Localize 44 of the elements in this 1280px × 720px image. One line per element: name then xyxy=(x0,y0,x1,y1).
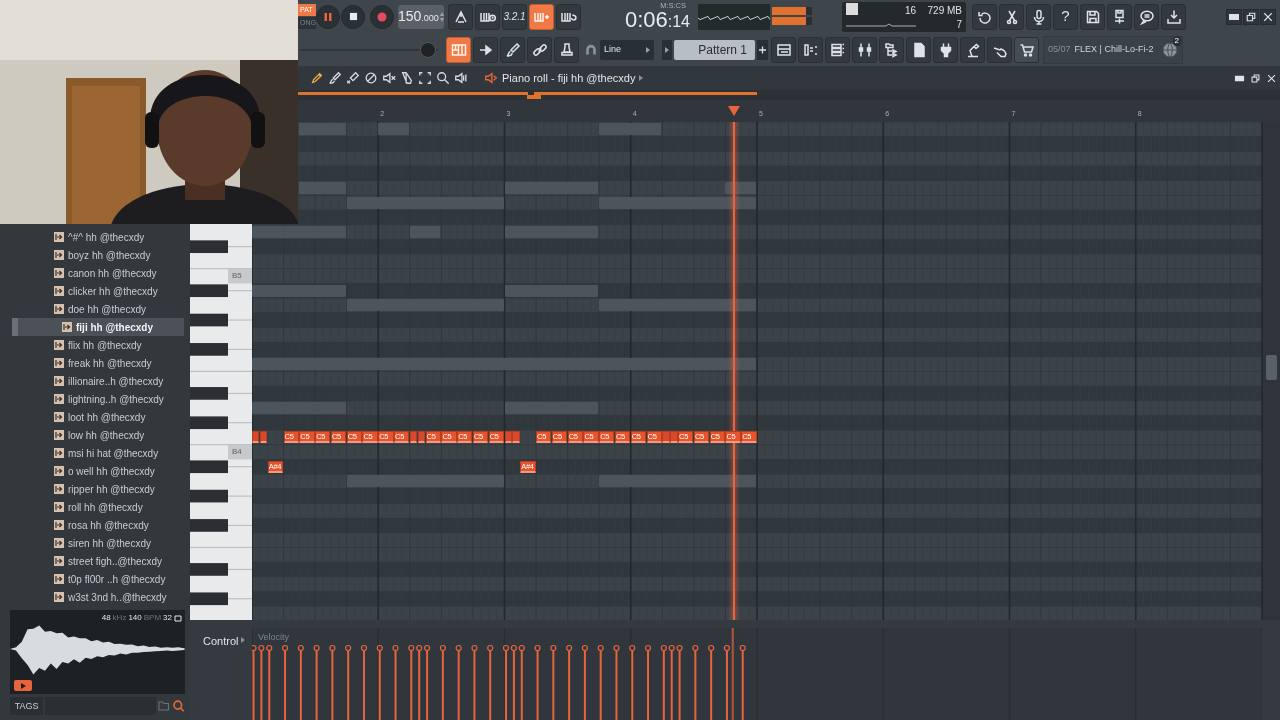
browser-item[interactable]: low hh @thecxdy xyxy=(12,426,184,444)
notification-badge: 2 xyxy=(1172,35,1181,46)
unit-label: kHz xyxy=(112,612,127,624)
key-label: B5 xyxy=(232,269,242,282)
unit-label: BPM xyxy=(143,612,162,624)
browser-item[interactable]: clicker hh @thecxdy xyxy=(12,282,184,300)
browser-item[interactable]: w3st 3nd h..@thecxdy xyxy=(12,588,184,606)
window-title: Piano roll - fiji hh @thecxdy xyxy=(502,70,636,86)
browser-item[interactable]: t0p fl00r ..h @thecxdy xyxy=(12,570,184,588)
browser-item[interactable]: loot hh @thecxdy xyxy=(12,408,184,426)
voice-count: 7 xyxy=(955,17,962,31)
browser-item[interactable]: doe hh @thecxdy xyxy=(12,300,184,318)
tempo-field[interactable]: 150.000 xyxy=(398,4,444,29)
browser-item[interactable]: lightning..h @thecxdy xyxy=(12,390,184,408)
countdown-button[interactable]: 3.2.1 xyxy=(502,3,527,30)
browser-item[interactable]: msi hi hat @thecxdy xyxy=(12,444,184,462)
browser-item[interactable]: fiji hh @thecxdy xyxy=(12,318,184,336)
browser-item[interactable]: o well hh @thecxdy xyxy=(12,462,184,480)
help-button[interactable]: ? xyxy=(1053,3,1078,30)
browser-item[interactable]: canon hh @thecxdy xyxy=(12,264,184,282)
browser-item[interactable]: flix hh @thecxdy xyxy=(12,336,184,354)
browser-item[interactable]: ripper hh @thecxdy xyxy=(12,480,184,498)
browser-item[interactable]: street figh..@thecxdy xyxy=(12,552,184,570)
control-label: Control xyxy=(203,634,239,649)
browser-item[interactable]: rosa hh @thecxdy xyxy=(12,516,184,534)
bit-depth: 32 xyxy=(163,612,172,624)
time-readout: 0:06:14 xyxy=(624,9,690,32)
sample-tempo: 140 xyxy=(128,612,142,624)
polyphony-count: 16 xyxy=(903,3,916,17)
tags-label: TAGS xyxy=(10,697,44,715)
browser-item[interactable]: illionaire..h @thecxdy xyxy=(12,372,184,390)
key-label: B4 xyxy=(232,445,242,458)
browser-item[interactable]: roll hh @thecxdy xyxy=(12,498,184,516)
velocity-label: Velocity xyxy=(258,631,290,644)
memory-usage: 729 MB xyxy=(926,3,962,17)
browser-item[interactable]: siren hh @thecxdy xyxy=(12,534,184,552)
sample-rate: 48 xyxy=(101,612,111,624)
news-title[interactable]: FLEX | Chill-Lo-Fi-2 xyxy=(1074,42,1154,57)
news-counter: 05/07 xyxy=(1048,42,1071,56)
snap-dropdown[interactable]: Line xyxy=(600,39,654,60)
browser-item[interactable]: ^#^ hh @thecxdy xyxy=(12,228,184,246)
browser-item[interactable]: freak hh @thecxdy xyxy=(12,354,184,372)
browser-item[interactable]: boyz hh @thecxdy xyxy=(12,246,184,264)
pattern-selector[interactable]: Pattern 1 xyxy=(674,39,755,60)
